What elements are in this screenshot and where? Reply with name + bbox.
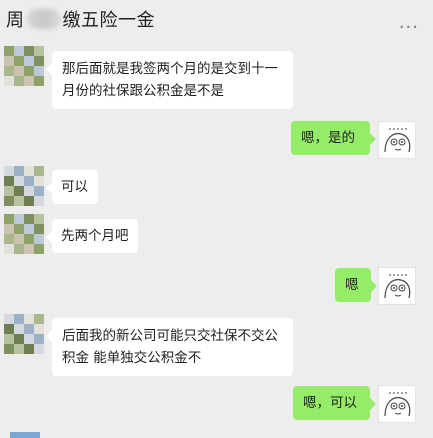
avatar-mosaic-cell <box>34 214 44 224</box>
avatar-mosaic-cell <box>4 324 14 334</box>
avatar-mosaic-cell <box>14 76 24 86</box>
avatar-mosaic-cell <box>24 166 34 176</box>
avatar-mosaic-cell <box>4 344 14 354</box>
avatar-mosaic-cell <box>14 344 24 354</box>
redacted-name <box>26 9 61 29</box>
avatar-mosaic-cell <box>34 344 44 354</box>
avatar-mosaic-cell <box>24 344 34 354</box>
avatar-mosaic-cell <box>14 314 24 324</box>
avatar-mosaic-cell <box>24 314 34 324</box>
avatar-mosaic-cell <box>14 224 24 234</box>
avatar-mosaic-cell <box>4 66 14 76</box>
contact-avatar[interactable] <box>4 214 44 254</box>
avatar-mosaic-cell <box>4 46 14 56</box>
avatar-mosaic-cell <box>4 166 14 176</box>
avatar-mosaic-cell <box>14 196 24 206</box>
avatar-mosaic-cell <box>34 66 44 76</box>
emoji-face-icon <box>384 128 411 153</box>
incoming-message-bubble: 那后面就是我签两个月的是交到十一 月份的社保跟公积金是不是 <box>46 51 293 109</box>
contact-avatar[interactable] <box>4 166 44 206</box>
avatar-mosaic-cell <box>14 324 24 334</box>
avatar-mosaic-cell <box>24 244 34 254</box>
message-line: 后面我的新公司可能只交社保不交公 <box>62 328 278 344</box>
avatar-mosaic-cell <box>24 324 34 334</box>
avatar-mosaic-cell <box>4 244 14 254</box>
message-text: 嗯，是的 <box>301 130 355 146</box>
avatar-mosaic-cell <box>34 76 44 86</box>
avatar-mosaic-cell <box>4 76 14 86</box>
avatar-mosaic-cell <box>34 46 44 56</box>
avatar-mosaic-cell <box>34 196 44 206</box>
chat-title-prefix: 周 <box>6 10 25 31</box>
incoming-message-bubble: 先两个月吧 <box>46 219 138 253</box>
avatar-mosaic-cell <box>14 234 24 244</box>
contact-avatar[interactable] <box>4 314 44 354</box>
next-message-avatar-edge <box>10 432 40 438</box>
avatar-mosaic-cell <box>4 314 14 324</box>
emoji-face-icon <box>384 274 411 299</box>
avatar-mosaic-cell <box>14 334 24 344</box>
chat-title-suffix: 缴五险一金 <box>62 10 155 31</box>
more-options-icon[interactable]: ... <box>399 12 419 33</box>
avatar-mosaic-cell <box>4 214 14 224</box>
avatar-mosaic-cell <box>14 66 24 76</box>
avatar-mosaic-cell <box>34 334 44 344</box>
avatar-mosaic-cell <box>14 166 24 176</box>
avatar-mosaic-cell <box>24 214 34 224</box>
avatar-mosaic-cell <box>4 224 14 234</box>
message-line: 积金 能单独交公积金不 <box>62 350 202 366</box>
avatar-mosaic-cell <box>34 166 44 176</box>
avatar-mosaic-cell <box>14 176 24 186</box>
avatar-mosaic-cell <box>24 176 34 186</box>
avatar-mosaic-cell <box>34 186 44 196</box>
avatar-mosaic-cell <box>4 56 14 66</box>
avatar-mosaic-cell <box>24 334 34 344</box>
avatar-mosaic-cell <box>24 196 34 206</box>
avatar-mosaic-cell <box>14 46 24 56</box>
message-text: 嗯 <box>345 277 359 293</box>
incoming-message-bubble: 后面我的新公司可能只交社保不交公 积金 能单独交公积金不 <box>46 318 293 376</box>
avatar-mosaic-cell <box>34 324 44 334</box>
avatar-mosaic-cell <box>4 234 14 244</box>
avatar-mosaic-cell <box>34 176 44 186</box>
chat-title: 周 缴五险一金 <box>6 6 155 32</box>
avatar-mosaic-cell <box>24 186 34 196</box>
avatar-mosaic-cell <box>14 214 24 224</box>
avatar-mosaic-cell <box>14 244 24 254</box>
avatar-mosaic-cell <box>14 56 24 66</box>
avatar-mosaic-cell <box>4 334 14 344</box>
avatar-mosaic-cell <box>34 244 44 254</box>
my-avatar[interactable] <box>378 385 416 423</box>
avatar-mosaic-cell <box>24 234 34 244</box>
avatar-mosaic-cell <box>34 224 44 234</box>
message-line: 月份的社保跟公积金是不是 <box>62 83 224 99</box>
outgoing-message-bubble: 嗯，可以 <box>293 386 376 420</box>
avatar-mosaic-cell <box>24 66 34 76</box>
chat-header: 周 缴五险一金 ... <box>0 0 433 36</box>
outgoing-message-bubble: 嗯 <box>335 268 377 302</box>
avatar-mosaic-cell <box>24 76 34 86</box>
avatar-mosaic-cell <box>24 224 34 234</box>
message-text: 先两个月吧 <box>61 228 129 244</box>
outgoing-message-bubble: 嗯，是的 <box>291 121 376 155</box>
emoji-face-icon <box>384 392 411 417</box>
message-text: 可以 <box>61 179 88 195</box>
my-avatar[interactable] <box>378 121 416 159</box>
avatar-mosaic-cell <box>14 186 24 196</box>
avatar-mosaic-cell <box>4 196 14 206</box>
avatar-mosaic-cell <box>4 176 14 186</box>
message-line: 那后面就是我签两个月的是交到十一 <box>62 61 278 77</box>
avatar-mosaic-cell <box>34 314 44 324</box>
contact-avatar[interactable] <box>4 46 44 86</box>
avatar-mosaic-cell <box>4 186 14 196</box>
my-avatar[interactable] <box>378 267 416 305</box>
avatar-mosaic-cell <box>24 56 34 66</box>
message-text: 嗯，可以 <box>303 395 357 411</box>
incoming-message-bubble: 可以 <box>46 170 98 204</box>
avatar-mosaic-cell <box>34 234 44 244</box>
avatar-mosaic-cell <box>34 56 44 66</box>
avatar-mosaic-cell <box>24 46 34 56</box>
